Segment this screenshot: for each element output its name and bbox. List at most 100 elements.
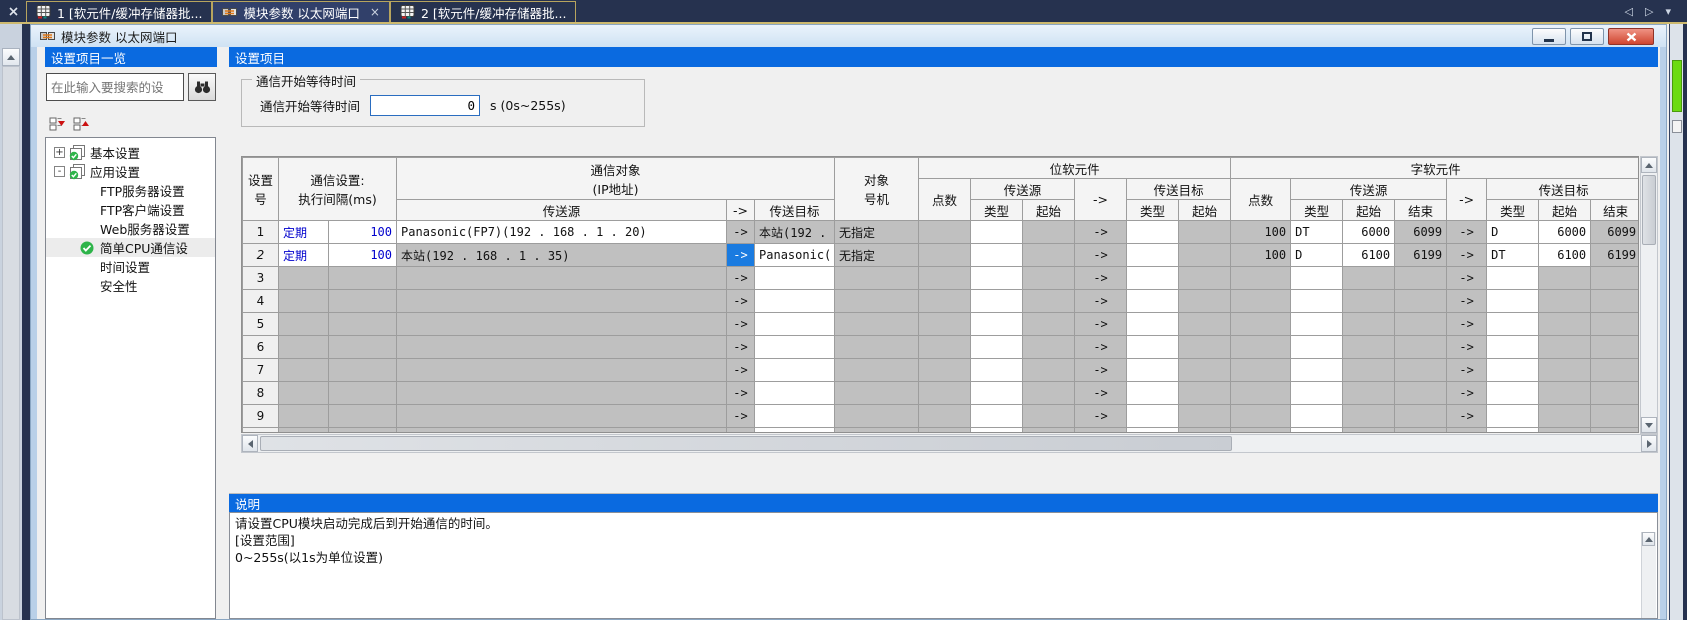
grid-cell[interactable] (1487, 428, 1539, 434)
tree-item[interactable]: 时间设置 (46, 257, 215, 276)
grid-cell[interactable] (971, 244, 1023, 267)
close-button[interactable] (1608, 28, 1654, 45)
grid-cell[interactable] (279, 382, 329, 405)
grid-cell[interactable] (971, 428, 1023, 434)
grid-cell[interactable]: 6099 (1395, 221, 1447, 244)
grid-cell[interactable]: -> (727, 382, 755, 405)
grid-cell[interactable] (1231, 359, 1291, 382)
grid-cell[interactable] (1127, 244, 1179, 267)
grid-cell[interactable]: DT (1487, 244, 1539, 267)
row-number-cell[interactable]: 8 (243, 382, 279, 405)
grid-cell[interactable] (397, 267, 727, 290)
grid-cell[interactable]: -> (1447, 313, 1487, 336)
grid-cell[interactable] (971, 290, 1023, 313)
grid-cell[interactable]: Panasonic( (755, 244, 835, 267)
grid-cell[interactable]: -> (1447, 405, 1487, 428)
grid-cell[interactable] (1343, 405, 1395, 428)
tree-item[interactable]: FTP客户端设置 (46, 200, 215, 219)
grid-cell[interactable]: -> (1075, 221, 1127, 244)
minimize-button[interactable] (1532, 28, 1566, 45)
grid-cell[interactable]: -> (727, 244, 755, 267)
search-input[interactable] (46, 73, 184, 101)
grid-cell[interactable] (971, 313, 1023, 336)
grid-cell[interactable] (971, 405, 1023, 428)
grid-cell[interactable] (1023, 336, 1075, 359)
grid-cell[interactable] (755, 428, 835, 434)
grid-cell[interactable] (279, 313, 329, 336)
grid-cell[interactable] (755, 382, 835, 405)
grid-cell[interactable] (1343, 290, 1395, 313)
tree-item[interactable]: 安全性 (46, 276, 215, 295)
grid-cell[interactable] (1291, 428, 1343, 434)
grid-cell[interactable] (1487, 290, 1539, 313)
grid-cell[interactable]: -> (1075, 290, 1127, 313)
grid-cell[interactable] (1539, 405, 1591, 428)
grid-cell[interactable] (1231, 428, 1291, 434)
tab-scroll-left-icon[interactable]: ◁ (1625, 5, 1633, 18)
grid-cell[interactable]: 定期 (279, 221, 329, 244)
grid-cell[interactable] (1395, 359, 1447, 382)
panel-close-icon[interactable] (0, 0, 26, 22)
grid-cell[interactable] (397, 336, 727, 359)
grid-cell[interactable] (1291, 382, 1343, 405)
row-number-cell[interactable]: 10 (243, 428, 279, 434)
grid-cell[interactable] (329, 313, 397, 336)
grid-cell[interactable] (755, 336, 835, 359)
grid-cell[interactable]: -> (1075, 244, 1127, 267)
grid-cell[interactable] (1591, 359, 1639, 382)
grid-cell[interactable] (755, 359, 835, 382)
row-number-cell[interactable]: 3 (243, 267, 279, 290)
grid-cell[interactable]: -> (727, 290, 755, 313)
grid-cell[interactable] (1395, 267, 1447, 290)
scrollbar-thumb[interactable] (260, 436, 1232, 451)
grid-cell[interactable]: 100 (1231, 244, 1291, 267)
window-titlebar[interactable]: 模块参数 以太网端口 (31, 25, 1666, 47)
grid-cell[interactable] (1023, 428, 1075, 434)
grid-cell[interactable]: -> (1447, 336, 1487, 359)
grid-cell[interactable] (1231, 405, 1291, 428)
grid-cell[interactable] (755, 313, 835, 336)
row-number-cell[interactable]: 9 (243, 405, 279, 428)
grid-cell[interactable] (919, 382, 971, 405)
grid-cell[interactable] (919, 405, 971, 428)
tree-item[interactable]: -应用设置 (46, 162, 215, 181)
grid-cell[interactable] (1591, 313, 1639, 336)
grid-cell[interactable] (397, 359, 727, 382)
grid-cell[interactable] (835, 336, 919, 359)
grid-cell[interactable] (1127, 313, 1179, 336)
grid-cell[interactable]: -> (1075, 382, 1127, 405)
grid-cell[interactable] (1591, 267, 1639, 290)
maximize-button[interactable] (1570, 28, 1604, 45)
grid-cell[interactable] (835, 267, 919, 290)
grid-cell[interactable] (1539, 336, 1591, 359)
grid-cell[interactable] (1127, 336, 1179, 359)
search-button[interactable] (188, 73, 216, 101)
grid-cell[interactable] (755, 290, 835, 313)
grid-cell[interactable] (1179, 313, 1231, 336)
grid-cell[interactable] (279, 359, 329, 382)
grid-cell[interactable] (1291, 359, 1343, 382)
grid-cell[interactable] (835, 405, 919, 428)
grid-cell[interactable] (1023, 359, 1075, 382)
grid-cell[interactable] (329, 336, 397, 359)
tree-item[interactable]: +基本设置 (46, 143, 215, 162)
grid-cell[interactable] (329, 428, 397, 434)
grid-cell[interactable]: -> (727, 221, 755, 244)
grid-cell[interactable]: 6000 (1343, 221, 1395, 244)
grid-cell[interactable] (1023, 244, 1075, 267)
grid-cell[interactable] (1343, 313, 1395, 336)
grid-cell[interactable] (1487, 313, 1539, 336)
grid-cell[interactable]: 6100 (1539, 244, 1591, 267)
grid-cell[interactable] (919, 313, 971, 336)
grid-cell[interactable] (1539, 428, 1591, 434)
grid-cell[interactable]: -> (1447, 359, 1487, 382)
grid-cell[interactable] (1343, 267, 1395, 290)
grid-cell[interactable]: Panasonic(FP7)(192 . 168 . 1 . 20) (397, 221, 727, 244)
grid-cell[interactable] (1023, 221, 1075, 244)
grid-cell[interactable] (1179, 359, 1231, 382)
grid-cell[interactable]: 6100 (1343, 244, 1395, 267)
grid-cell[interactable] (1343, 336, 1395, 359)
row-number-cell[interactable]: 5 (243, 313, 279, 336)
grid-cell[interactable] (1487, 382, 1539, 405)
grid-cell[interactable]: 无指定 (835, 244, 919, 267)
